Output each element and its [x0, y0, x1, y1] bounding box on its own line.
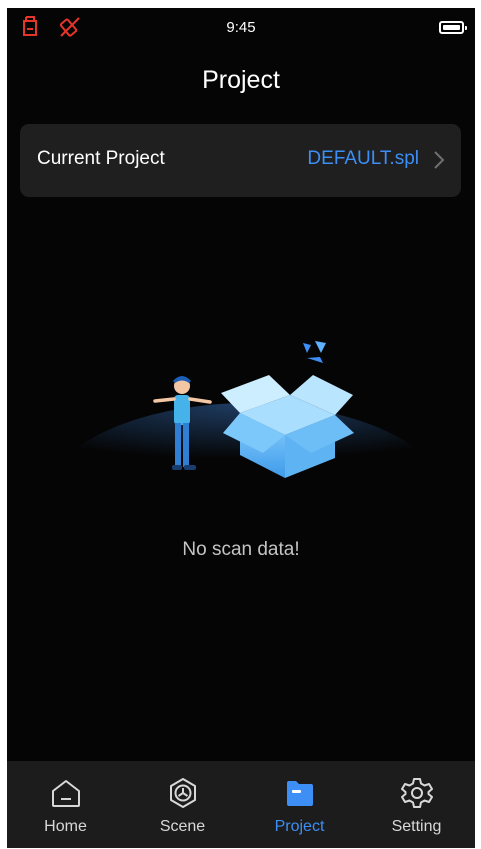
scene-icon: [170, 778, 196, 808]
chevron-right-icon: [434, 151, 445, 169]
current-project-value: DEFAULT.spl: [307, 148, 419, 169]
clock: 9:45: [226, 19, 256, 36]
status-bar: 9:45: [7, 8, 475, 48]
tab-home[interactable]: Home: [7, 761, 124, 848]
gear-icon: [401, 778, 433, 808]
tab-scene-label: Scene: [159, 818, 206, 835]
bottom-tab-bar: Home Scene Project Setting: [7, 761, 475, 848]
empty-state-illustration: [45, 341, 447, 483]
tab-scene[interactable]: Scene: [124, 761, 241, 848]
home-icon: [52, 780, 80, 807]
tab-home-label: Home: [44, 818, 87, 835]
tab-project-label: Project: [274, 818, 325, 835]
page-title: Project: [202, 66, 280, 94]
current-project-label: Current Project: [37, 148, 165, 169]
tab-setting[interactable]: Setting: [358, 761, 475, 848]
tab-project[interactable]: Project: [241, 761, 358, 848]
phone-screen: 9:45 Project Current Project DEFAULT.spl: [7, 8, 475, 848]
tab-setting-label: Setting: [391, 818, 442, 835]
empty-state-message: No scan data!: [182, 539, 300, 560]
current-project-row[interactable]: Current Project DEFAULT.spl: [20, 124, 461, 197]
folder-icon: [287, 781, 313, 806]
battery-icon: [439, 21, 467, 34]
